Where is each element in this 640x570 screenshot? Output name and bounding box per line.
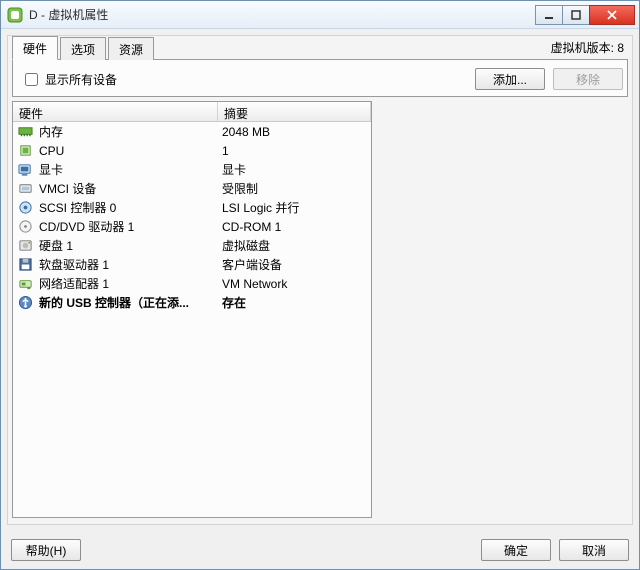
hardware-name: 显卡 xyxy=(39,161,222,178)
show-all-checkbox[interactable] xyxy=(25,73,38,86)
column-summary[interactable]: 摘要 xyxy=(218,102,371,121)
hardware-name: 新的 USB 控制器（正在添... xyxy=(39,294,222,311)
column-hardware[interactable]: 硬件 xyxy=(13,102,218,121)
hardware-summary: 受限制 xyxy=(222,180,367,197)
disk-icon xyxy=(17,238,33,254)
video-icon xyxy=(17,162,33,178)
memory-icon xyxy=(17,124,33,140)
hardware-summary: 客户端设备 xyxy=(222,256,367,273)
table-row[interactable]: 硬盘 1虚拟磁盘 xyxy=(13,236,371,255)
table-row[interactable]: 新的 USB 控制器（正在添...存在 xyxy=(13,293,371,312)
show-all-devices[interactable]: 显示所有设备 xyxy=(21,70,117,89)
table-row[interactable]: VMCI 设备受限制 xyxy=(13,179,371,198)
hardware-name: VMCI 设备 xyxy=(39,180,222,197)
table-row[interactable]: 显卡显卡 xyxy=(13,160,371,179)
hardware-name: 内存 xyxy=(39,123,222,140)
tabs: 硬件 选项 资源 虚拟机版本: 8 xyxy=(12,38,628,60)
hardware-summary: 存在 xyxy=(222,294,367,311)
table-row[interactable]: CPU1 xyxy=(13,141,371,160)
table-row[interactable]: 内存2048 MB xyxy=(13,122,371,141)
hardware-summary: VM Network xyxy=(222,277,367,291)
client-area: 硬件 选项 资源 虚拟机版本: 8 显示所有设备 添加... 移除 硬件 摘要 … xyxy=(7,35,633,525)
details-pane xyxy=(378,101,628,518)
usb-icon xyxy=(17,295,33,311)
hardware-name: 硬盘 1 xyxy=(39,237,222,254)
hardware-list[interactable]: 硬件 摘要 内存2048 MBCPU1显卡显卡VMCI 设备受限制SCSI 控制… xyxy=(12,101,372,518)
cdrom-icon xyxy=(17,219,33,235)
nic-icon xyxy=(17,276,33,292)
hardware-summary: 显卡 xyxy=(222,161,367,178)
vmci-icon xyxy=(17,181,33,197)
app-icon xyxy=(7,7,23,23)
remove-button: 移除 xyxy=(553,68,623,90)
tab-options[interactable]: 选项 xyxy=(60,37,106,60)
hardware-summary: 虚拟磁盘 xyxy=(222,237,367,254)
help-button[interactable]: 帮助(H) xyxy=(11,539,81,561)
maximize-button[interactable] xyxy=(562,5,590,25)
cancel-button[interactable]: 取消 xyxy=(559,539,629,561)
hardware-summary: LSI Logic 并行 xyxy=(222,199,367,216)
scsi-icon xyxy=(17,200,33,216)
hardware-toolbar: 显示所有设备 添加... 移除 xyxy=(12,60,628,97)
table-row[interactable]: CD/DVD 驱动器 1CD-ROM 1 xyxy=(13,217,371,236)
tab-hardware[interactable]: 硬件 xyxy=(12,36,58,60)
table-row[interactable]: 网络适配器 1VM Network xyxy=(13,274,371,293)
hardware-name: CPU xyxy=(39,144,222,158)
hardware-summary: CD-ROM 1 xyxy=(222,220,367,234)
close-button[interactable] xyxy=(589,5,635,25)
vm-version-label: 虚拟机版本: 8 xyxy=(547,36,628,59)
add-button[interactable]: 添加... xyxy=(475,68,545,90)
ok-button[interactable]: 确定 xyxy=(481,539,551,561)
window-title: D - 虚拟机属性 xyxy=(29,6,536,23)
hardware-summary: 1 xyxy=(222,144,367,158)
table-row[interactable]: SCSI 控制器 0LSI Logic 并行 xyxy=(13,198,371,217)
table-row[interactable]: 软盘驱动器 1客户端设备 xyxy=(13,255,371,274)
list-header: 硬件 摘要 xyxy=(13,102,371,122)
dialog-footer: 帮助(H) 确定 取消 xyxy=(1,531,639,569)
show-all-label: 显示所有设备 xyxy=(45,71,117,88)
titlebar[interactable]: D - 虚拟机属性 xyxy=(1,1,639,29)
hardware-summary: 2048 MB xyxy=(222,125,367,139)
floppy-icon xyxy=(17,257,33,273)
hardware-name: SCSI 控制器 0 xyxy=(39,199,222,216)
hardware-name: 软盘驱动器 1 xyxy=(39,256,222,273)
hardware-name: 网络适配器 1 xyxy=(39,275,222,292)
minimize-button[interactable] xyxy=(535,5,563,25)
tab-resources[interactable]: 资源 xyxy=(108,37,154,60)
vm-properties-window: D - 虚拟机属性 硬件 选项 资源 虚拟机版本: 8 显示所有设备 添加...… xyxy=(0,0,640,570)
cpu-icon xyxy=(17,143,33,159)
hardware-name: CD/DVD 驱动器 1 xyxy=(39,218,222,235)
